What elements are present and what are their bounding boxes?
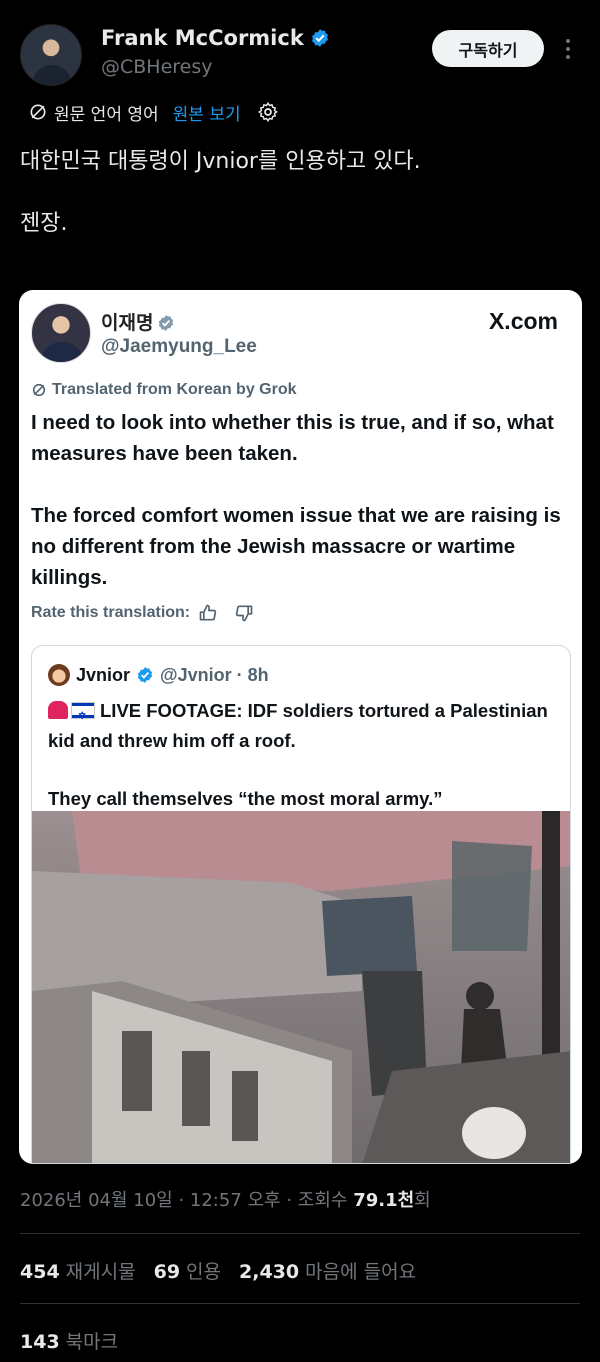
quoted-tweet-header: Jvnior @Jvnior · 8h <box>48 664 269 686</box>
card-body: I need to look into whether this is true… <box>31 407 571 624</box>
tweet-timestamp[interactable]: 2026년 04월 10일 · 12:57 오후 · 조회수 <box>20 1190 353 1211</box>
quoted-line-2: They call themselves “the most moral arm… <box>48 788 443 809</box>
thumbs-up-icon <box>199 604 217 621</box>
gear-icon[interactable] <box>257 101 279 123</box>
card-author-name: 이재명 <box>101 308 175 335</box>
israel-flag-icon <box>72 702 94 732</box>
tweet-meta: 2026년 04월 10일 · 12:57 오후 · 조회수 79.1천회 <box>20 1190 431 1211</box>
card-translated-note: Translated from Korean by Grok <box>31 381 297 399</box>
quoted-verified-icon <box>137 667 153 683</box>
quoted-tweet: Jvnior @Jvnior · 8h LIVE FOOTAGE: IDF so… <box>31 645 571 1164</box>
tweet-line-2: 젠장. <box>20 211 68 236</box>
show-original-link[interactable]: 원본 보기 <box>173 100 241 125</box>
video-thumbnail <box>32 811 570 1163</box>
quoted-author-name: Jvnior <box>76 664 131 685</box>
translation-bar: 원문 언어 영어 원본 보기 <box>28 100 279 125</box>
thumbs-down-icon <box>235 605 253 622</box>
x-logo: X.com <box>488 308 558 334</box>
view-count: 79.1천 <box>353 1190 415 1211</box>
author-avatar[interactable] <box>20 24 82 86</box>
author-handle[interactable]: @CBHeresy <box>101 56 213 78</box>
verified-badge-icon <box>311 29 328 47</box>
video-frame-image <box>32 811 570 1163</box>
card-verified-icon <box>159 315 174 331</box>
embedded-screenshot[interactable]: 이재명 @Jaemyung_Lee X.com Translated from … <box>19 290 582 1164</box>
siren-icon <box>48 701 68 719</box>
card-paragraph-1: I need to look into whether this is true… <box>31 411 554 465</box>
author-name[interactable]: Frank McCormick <box>101 26 330 50</box>
card-paragraph-2: The forced comfort women issue that we a… <box>31 504 561 589</box>
language-note: 원문 언어 영어 <box>54 104 159 125</box>
engagement-stats: 454 재게시물 69 인용 2,430 마음에 들어요 <box>20 1257 416 1284</box>
tweet-line-1: 대한민국 대통령이 Jvnior를 인용하고 있다. <box>20 149 421 174</box>
card-rate-translation: Rate this translation: <box>31 603 254 623</box>
card-author-handle: @Jaemyung_Lee <box>101 336 257 357</box>
divider <box>20 1233 580 1234</box>
card-translate-icon <box>32 383 46 397</box>
quotes-stat[interactable]: 69 인용 <box>154 1257 221 1284</box>
tweet-header: Frank McCormick @CBHeresy 구독하기 <box>0 0 600 100</box>
quoted-author-avatar <box>48 664 70 686</box>
more-options-icon[interactable] <box>556 34 580 64</box>
divider <box>20 1303 580 1304</box>
translate-icon <box>30 104 46 120</box>
reposts-stat[interactable]: 454 재게시물 <box>20 1257 136 1284</box>
likes-stat[interactable]: 2,430 마음에 들어요 <box>239 1257 416 1284</box>
tweet-text: 대한민국 대통령이 Jvnior를 인용하고 있다. 젠장. <box>20 146 421 270</box>
subscribe-button[interactable]: 구독하기 <box>432 30 544 67</box>
quoted-line-1: LIVE FOOTAGE: IDF soldiers tortured a Pa… <box>48 700 548 751</box>
card-avatar <box>31 303 91 363</box>
quoted-handle-time: @Jvnior · 8h <box>160 664 269 685</box>
bookmarks-stat[interactable]: 143 북마크 <box>20 1327 118 1354</box>
